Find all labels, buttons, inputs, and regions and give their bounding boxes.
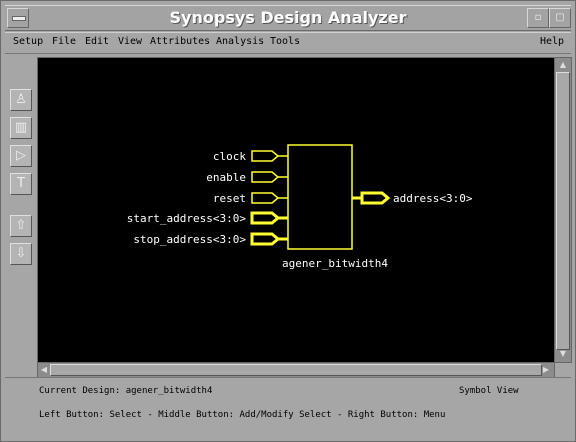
instance-name: agener_bitwidth4 (282, 257, 388, 270)
design-block[interactable] (287, 144, 353, 250)
up-arrow-icon[interactable]: ⇧ (10, 215, 32, 237)
app-window: Synopsys Design Analyzer ▫ ▢ Setup File … (0, 0, 576, 442)
schematic-canvas[interactable]: clock enable reset start_address<3:0> st (37, 57, 555, 363)
horizontal-scrollbar[interactable]: ◀ ▶ (37, 362, 555, 378)
window-title: Synopsys Design Analyzer (169, 8, 407, 27)
menu-analysis[interactable]: Analysis (216, 36, 264, 47)
tool-palette: ♙ ▥ ▷ T ⇧ ⇩ (5, 53, 35, 373)
scroll-left-icon[interactable]: ◀ (39, 364, 49, 376)
title-bar: Synopsys Design Analyzer ▫ ▢ (5, 5, 571, 31)
design-icon[interactable]: ♙ (10, 89, 32, 111)
menu-tools[interactable]: Tools (270, 36, 300, 47)
input-port-stop-address[interactable]: stop_address<3:0> (133, 232, 288, 246)
scroll-right-icon[interactable]: ▶ (541, 364, 551, 376)
menu-edit[interactable]: Edit (85, 36, 109, 47)
input-port-start-address[interactable]: start_address<3:0> (127, 211, 288, 225)
menu-setup[interactable]: Setup (13, 36, 43, 47)
port-label-address: address<3:0> (393, 192, 473, 205)
maximize-button[interactable]: ▢ (549, 8, 571, 28)
text-icon[interactable]: T (10, 173, 32, 195)
horizontal-scroll-thumb[interactable] (50, 364, 542, 376)
gate-icon[interactable]: ▷ (10, 145, 32, 167)
port-label-clock: clock (213, 150, 246, 163)
vertical-scroll-thumb[interactable] (556, 72, 570, 350)
input-port-reset[interactable]: reset (213, 192, 288, 205)
scroll-up-icon[interactable]: ▲ (557, 60, 569, 70)
mouse-button-hint: Left Button: Select - Middle Button: Add… (39, 410, 446, 420)
port-label-enable: enable (206, 171, 246, 184)
scroll-down-icon[interactable]: ▼ (557, 349, 569, 359)
menu-file[interactable]: File (52, 36, 76, 47)
menu-help[interactable]: Help (540, 36, 564, 47)
input-port-clock[interactable]: clock (213, 150, 288, 163)
port-label-stop-address: stop_address<3:0> (133, 233, 246, 246)
down-arrow-icon[interactable]: ⇩ (10, 243, 32, 265)
status-area: Current Design: agener_bitwidth4 Symbol … (5, 377, 571, 438)
input-port-enable[interactable]: enable (206, 171, 288, 184)
port-label-reset: reset (213, 192, 246, 205)
schematic-svg: clock enable reset start_address<3:0> st (127, 144, 473, 270)
minimize-button[interactable]: ▫ (527, 8, 549, 28)
menu-attributes[interactable]: Attributes (150, 36, 210, 47)
frame-icon[interactable]: ▥ (10, 117, 32, 139)
output-port-address[interactable]: address<3:0> (352, 191, 473, 205)
vertical-scrollbar[interactable]: ▲ ▼ (554, 57, 572, 363)
menu-bar: Setup File Edit View Attributes Analysis… (5, 32, 571, 54)
view-mode-label: Symbol View (459, 386, 519, 396)
port-label-start-address: start_address<3:0> (127, 212, 247, 225)
current-design-label: Current Design: agener_bitwidth4 (39, 386, 213, 396)
menu-view[interactable]: View (118, 36, 142, 47)
